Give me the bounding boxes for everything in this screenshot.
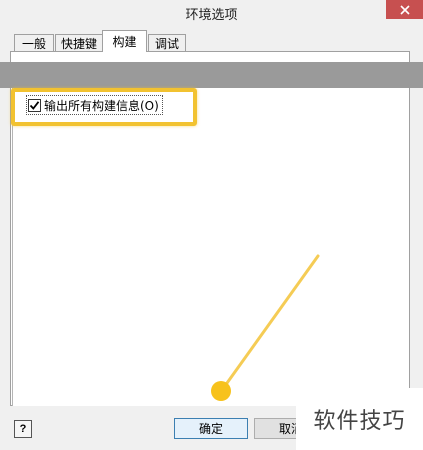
tab-general[interactable]: 一般 [14,34,54,52]
ok-button[interactable]: 确定 [174,418,248,439]
title-bar: 环境选项 [0,0,423,26]
tab-label: 一般 [21,37,46,51]
output-all-build-info-checkbox[interactable] [28,98,41,112]
tab-debug[interactable]: 调试 [148,34,186,52]
window-title: 环境选项 [185,8,238,23]
output-all-build-info-option[interactable]: 输出所有构建信息(O) [26,95,163,115]
panel-header-bar [0,62,423,88]
tab-label: 调试 [154,37,179,51]
help-button[interactable]: ? [14,420,32,438]
tab-label: 快捷键 [60,37,97,51]
tab-build[interactable]: 构建 [102,30,147,52]
tab-strip: 一般 快捷键 构建 调试 [12,30,412,52]
tab-label: 构建 [112,35,137,49]
watermark: 软件技巧 [296,388,423,450]
close-button[interactable] [386,0,423,19]
options-list [12,88,402,406]
tab-shortcuts[interactable]: 快捷键 [55,34,103,52]
output-all-build-info-label: 输出所有构建信息(O) [44,98,159,113]
close-icon [399,4,410,15]
checkmark-icon [29,100,40,110]
watermark-text: 软件技巧 [313,409,406,434]
